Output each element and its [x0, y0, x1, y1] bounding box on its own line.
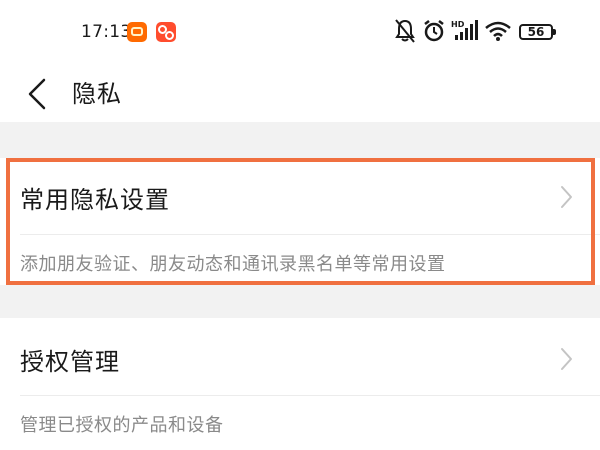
- hd-label: HD: [451, 20, 465, 29]
- chevron-right-icon: [561, 348, 572, 370]
- status-time: 17:13: [81, 22, 132, 42]
- page-title: 隐私: [72, 80, 122, 108]
- common-privacy-settings-label: 常用隐私设置: [20, 186, 170, 214]
- divider: [20, 395, 600, 396]
- wifi-icon: [485, 21, 511, 41]
- divider: [20, 234, 600, 235]
- common-privacy-settings-item[interactable]: 常用隐私设置: [0, 158, 600, 234]
- mute-bell-icon: [395, 19, 415, 43]
- status-bar: 17:13 HD 56: [0, 0, 600, 64]
- chat-app-icon: [156, 22, 176, 42]
- chevron-right-icon: [561, 186, 572, 208]
- hd-signal-icon: HD: [451, 20, 478, 40]
- authorization-management-item[interactable]: 授权管理: [0, 318, 600, 396]
- authorization-management-description: 管理已授权的产品和设备: [20, 415, 224, 436]
- privacy-settings-card: 常用隐私设置 添加朋友验证、朋友动态和通讯录黑名单等常用设置: [0, 158, 600, 285]
- taobao-app-icon: [127, 22, 147, 42]
- common-privacy-settings-description: 添加朋友验证、朋友动态和通讯录黑名单等常用设置: [20, 254, 446, 275]
- alarm-icon: [424, 20, 444, 42]
- page-header: 隐私: [0, 64, 600, 122]
- authorization-card: 授权管理 管理已授权的产品和设备: [0, 318, 600, 450]
- chevron-left-icon[interactable]: [18, 72, 58, 112]
- back-button[interactable]: [18, 72, 58, 112]
- battery-level: 56: [527, 25, 545, 39]
- battery-icon: 56: [519, 24, 556, 40]
- authorization-management-label: 授权管理: [20, 348, 120, 376]
